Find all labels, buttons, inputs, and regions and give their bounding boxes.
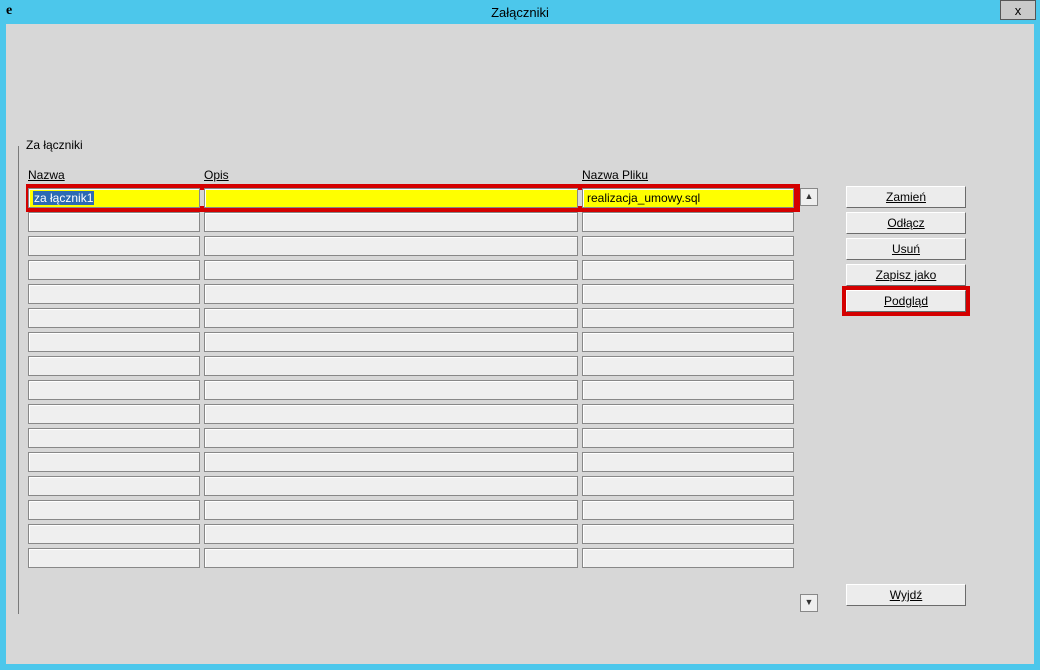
titlebar: e Załączniki x bbox=[0, 0, 1040, 24]
cell-nazwa[interactable] bbox=[28, 212, 200, 232]
odlacz-button[interactable]: Odłącz bbox=[846, 212, 966, 234]
cell-opis[interactable] bbox=[204, 284, 578, 304]
cell-nazwa[interactable] bbox=[28, 260, 200, 280]
cell-nazwa-pliku[interactable] bbox=[582, 404, 794, 424]
table-row[interactable] bbox=[28, 210, 798, 234]
table-row[interactable] bbox=[28, 306, 798, 330]
vertical-scrollbar[interactable]: ▲ ▼ bbox=[800, 188, 818, 612]
usun-button[interactable]: Usuń bbox=[846, 238, 966, 260]
cell-nazwa[interactable] bbox=[28, 284, 200, 304]
cell-nazwa-pliku[interactable] bbox=[582, 236, 794, 256]
cell-nazwa[interactable] bbox=[28, 236, 200, 256]
window-title: Załączniki bbox=[0, 5, 1040, 20]
cell-nazwa[interactable] bbox=[28, 500, 200, 520]
cell-nazwa-pliku[interactable] bbox=[582, 356, 794, 376]
column-header-opis[interactable]: Opis bbox=[204, 168, 229, 182]
table-row[interactable] bbox=[28, 282, 798, 306]
cell-opis[interactable] bbox=[204, 332, 578, 352]
cell-nazwa-pliku[interactable] bbox=[582, 212, 794, 232]
cell-nazwa[interactable] bbox=[28, 356, 200, 376]
cell-opis[interactable] bbox=[204, 212, 578, 232]
cell-opis[interactable] bbox=[204, 380, 578, 400]
cell-nazwa-pliku[interactable] bbox=[582, 260, 794, 280]
cell-nazwa-pliku[interactable] bbox=[582, 452, 794, 472]
table-row[interactable] bbox=[28, 378, 798, 402]
cell-nazwa-pliku[interactable] bbox=[582, 524, 794, 544]
table-row[interactable] bbox=[28, 234, 798, 258]
cell-opis[interactable] bbox=[204, 404, 578, 424]
cell-nazwa[interactable]: za łącznik1 bbox=[28, 188, 200, 208]
cell-opis[interactable] bbox=[204, 524, 578, 544]
table-row[interactable] bbox=[28, 354, 798, 378]
table-row[interactable] bbox=[28, 474, 798, 498]
cell-nazwa[interactable] bbox=[28, 452, 200, 472]
table-row[interactable] bbox=[28, 546, 798, 570]
cell-nazwa[interactable] bbox=[28, 332, 200, 352]
cell-nazwa[interactable] bbox=[28, 428, 200, 448]
cell-opis[interactable] bbox=[204, 356, 578, 376]
cell-opis[interactable] bbox=[204, 428, 578, 448]
column-header-nazwa[interactable]: Nazwa bbox=[28, 168, 65, 182]
dialog-window: e Załączniki x Za łączniki Nazwa Opis Na… bbox=[0, 0, 1040, 670]
cell-opis[interactable] bbox=[204, 260, 578, 280]
cell-nazwa-pliku[interactable]: realizacja_umowy.sql bbox=[582, 188, 794, 208]
table-row[interactable] bbox=[28, 402, 798, 426]
table-row[interactable] bbox=[28, 258, 798, 282]
cell-nazwa[interactable] bbox=[28, 380, 200, 400]
cell-nazwa[interactable] bbox=[28, 308, 200, 328]
scroll-down-button[interactable]: ▼ bbox=[800, 594, 818, 612]
scroll-up-button[interactable]: ▲ bbox=[800, 188, 818, 206]
action-buttons: Zamień Odłącz Usuń Zapisz jako Podgląd bbox=[846, 186, 966, 312]
cell-nazwa-pliku[interactable] bbox=[582, 308, 794, 328]
cell-nazwa-pliku[interactable] bbox=[582, 548, 794, 568]
dialog-body: Za łączniki Nazwa Opis Nazwa Pliku za łą… bbox=[6, 24, 1034, 664]
column-header-nazwa-pliku[interactable]: Nazwa Pliku bbox=[582, 168, 648, 182]
cell-nazwa[interactable] bbox=[28, 404, 200, 424]
zamien-button[interactable]: Zamień bbox=[846, 186, 966, 208]
cell-nazwa-pliku[interactable] bbox=[582, 332, 794, 352]
cell-nazwa-pliku[interactable] bbox=[582, 380, 794, 400]
cell-nazwa[interactable] bbox=[28, 548, 200, 568]
table-row[interactable] bbox=[28, 426, 798, 450]
zapisz-jako-button[interactable]: Zapisz jako bbox=[846, 264, 966, 286]
attachments-table: Nazwa Opis Nazwa Pliku za łącznik1 realiz… bbox=[28, 168, 798, 614]
cell-opis[interactable] bbox=[204, 476, 578, 496]
cell-opis[interactable] bbox=[204, 236, 578, 256]
cell-nazwa-pliku[interactable] bbox=[582, 500, 794, 520]
table-row[interactable] bbox=[28, 330, 798, 354]
cell-nazwa-pliku[interactable] bbox=[582, 476, 794, 496]
table-row[interactable]: za łącznik1 realizacja_umowy.sql bbox=[28, 186, 798, 210]
cell-nazwa[interactable] bbox=[28, 524, 200, 544]
cell-nazwa-pliku[interactable] bbox=[582, 428, 794, 448]
podglad-button[interactable]: Podgląd bbox=[846, 290, 966, 312]
cell-opis[interactable] bbox=[204, 500, 578, 520]
cell-opis[interactable] bbox=[204, 308, 578, 328]
table-row[interactable] bbox=[28, 498, 798, 522]
table-row[interactable] bbox=[28, 522, 798, 546]
table-row[interactable] bbox=[28, 450, 798, 474]
cell-opis[interactable] bbox=[204, 452, 578, 472]
table-grid: za łącznik1 realizacja_umowy.sql bbox=[28, 186, 798, 570]
cell-opis[interactable] bbox=[204, 548, 578, 568]
cell-opis[interactable] bbox=[204, 188, 578, 208]
cell-nazwa-pliku[interactable] bbox=[582, 284, 794, 304]
close-button[interactable]: x bbox=[1000, 0, 1036, 20]
wyjdz-button[interactable]: Wyjdź bbox=[846, 584, 966, 606]
table-headers: Nazwa Opis Nazwa Pliku bbox=[28, 168, 798, 184]
cell-nazwa[interactable] bbox=[28, 476, 200, 496]
app-icon: e bbox=[6, 3, 12, 19]
